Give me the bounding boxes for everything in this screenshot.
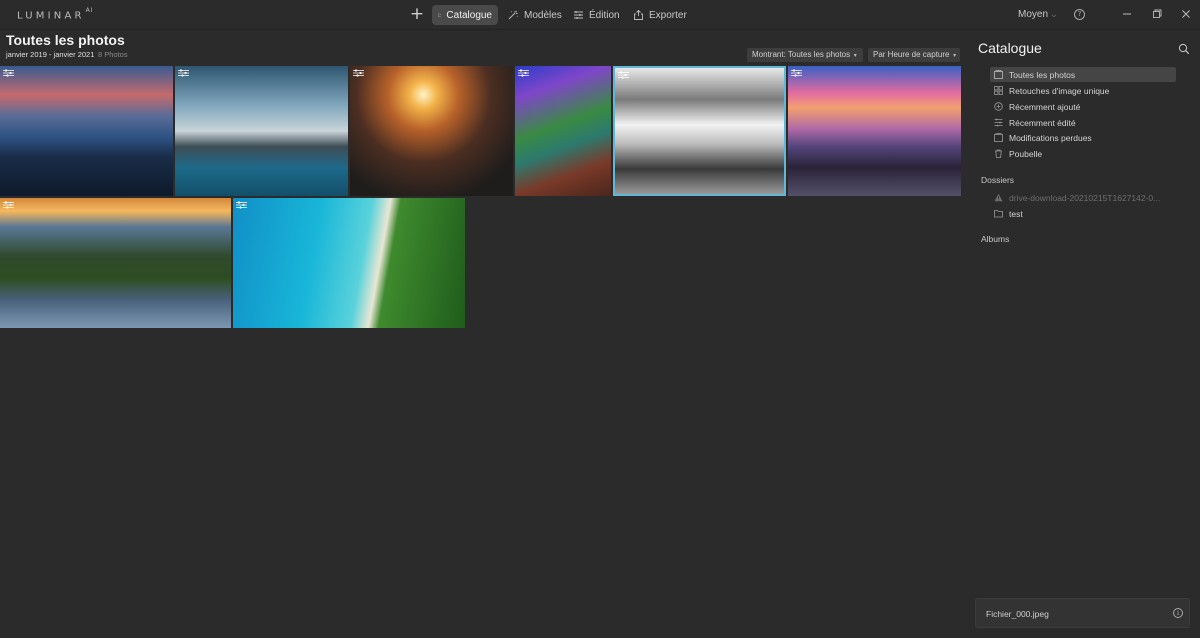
folders-section-label: Dossiers (981, 175, 1015, 185)
sidebar-folder-test[interactable]: test (990, 206, 1176, 221)
sliders-icon (574, 11, 583, 19)
page-title: Toutes les photos (6, 32, 125, 48)
photo-thumbnail[interactable] (515, 66, 611, 196)
photo-thumbnail[interactable] (350, 66, 513, 196)
grid-icon (994, 86, 1003, 95)
adjustments-icon (791, 69, 802, 77)
adjustments-icon (3, 201, 14, 209)
share-icon (634, 10, 643, 20)
tab-label: Modèles (524, 9, 562, 21)
tab-label: Exporter (649, 9, 687, 21)
chevron-down-icon: ▾ (852, 53, 857, 59)
sidebar-item-lost-edits[interactable]: Modifications perdues (990, 130, 1176, 145)
tab-label: Catalogue (446, 9, 492, 21)
sidebar-item-single-edits[interactable]: Retouches d'image unique (990, 83, 1176, 98)
quality-dropdown[interactable]: Moyen ⌵ (1018, 9, 1056, 20)
sidebar-item-label: Modifications perdues (1009, 132, 1092, 143)
trash-icon (995, 149, 1002, 158)
photos-icon (994, 133, 1003, 142)
app-logo: LUMINARAI (17, 7, 94, 22)
photo-thumbnail[interactable] (175, 66, 348, 196)
sidebar-folder-drive-download[interactable]: drive-download-20210215T1627142-0... (990, 190, 1176, 205)
sidebar-item-recently-added[interactable]: Récemment ajouté (990, 99, 1176, 114)
info-icon[interactable]: i (1173, 608, 1183, 618)
photo-thumbnail[interactable] (0, 198, 231, 328)
chevron-down-icon: ⌵ (1050, 13, 1057, 19)
help-icon[interactable]: ? (1074, 9, 1085, 20)
plus-circle-icon (994, 102, 1003, 111)
top-bar: LUMINARAI + Catalogue Modèles Édition Ex… (0, 0, 1200, 30)
adjustments-icon (518, 69, 529, 77)
sidebar-item-label: Retouches d'image unique (1009, 85, 1110, 96)
adjustments-icon (3, 69, 14, 77)
sidebar-item-recently-edited[interactable]: Récemment édité (990, 115, 1176, 130)
photo-thumbnail[interactable] (0, 66, 173, 196)
file-info-bar: Fichier_000.jpeg i (975, 598, 1190, 628)
adjustments-icon (618, 71, 629, 79)
folder-icon (994, 210, 1003, 218)
photo-thumbnail-selected[interactable] (613, 66, 786, 196)
photo-thumbnail[interactable] (233, 198, 465, 328)
close-icon[interactable] (1180, 8, 1192, 20)
photo-thumbnail[interactable] (788, 66, 961, 196)
filter-dropdown[interactable]: Montrant: Toutes les photos ▾ (747, 48, 863, 62)
folder-icon (438, 13, 442, 17)
photo-count: 8 Photos (98, 50, 128, 59)
file-name: Fichier_000.jpeg (986, 609, 1049, 619)
tab-edition[interactable]: Édition (567, 5, 626, 25)
restore-icon[interactable] (1151, 8, 1163, 20)
sidebar-title: Catalogue (978, 40, 1042, 56)
adjustments-icon (236, 201, 247, 209)
magic-wand-icon (508, 10, 518, 20)
warning-icon (994, 193, 1003, 202)
sidebar-item-label: Toutes les photos (1009, 69, 1076, 80)
sidebar-item-all-photos[interactable]: Toutes les photos (990, 67, 1176, 82)
minimize-icon[interactable] (1121, 8, 1133, 20)
photos-icon (994, 70, 1003, 79)
adjustments-icon (353, 69, 364, 77)
sidebar-item-label: Poubelle (1009, 148, 1043, 159)
tab-catalogue[interactable]: Catalogue (432, 5, 498, 25)
sort-dropdown[interactable]: Par Heure de capture ▾ (868, 48, 960, 62)
sidebar-item-trash[interactable]: Poubelle (990, 146, 1176, 161)
albums-section-label: Albums (981, 234, 1010, 244)
tab-exporter[interactable]: Exporter (627, 5, 693, 25)
sliders-icon (994, 118, 1003, 127)
sidebar-item-label: Récemment édité (1009, 117, 1076, 128)
sidebar-item-label: drive-download-20210215T1627142-0... (1009, 192, 1161, 203)
add-photos-button[interactable]: + (409, 5, 425, 23)
tab-label: Édition (589, 9, 620, 21)
tab-modeles[interactable]: Modèles (502, 5, 568, 25)
chevron-down-icon: ▾ (951, 53, 957, 59)
sidebar-item-label: test (1009, 208, 1023, 219)
search-icon[interactable] (1178, 43, 1190, 55)
adjustments-icon (178, 69, 189, 77)
date-range: janvier 2019 - janvier 2021 (6, 50, 95, 59)
sidebar-item-label: Récemment ajouté (1009, 101, 1081, 112)
